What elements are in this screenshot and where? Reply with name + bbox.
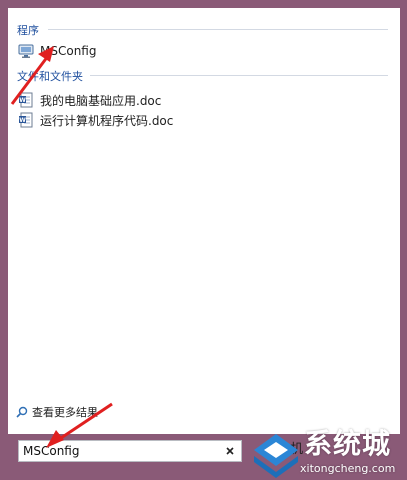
result-item-msconfig[interactable]: MSConfig [18, 41, 96, 61]
word-doc-icon: W [19, 92, 33, 108]
windows-logo-icon [254, 434, 298, 478]
result-item-label: 我的电脑基础应用.doc [40, 93, 162, 108]
svg-text:W: W [19, 117, 26, 124]
result-item-doc-2[interactable]: W 运行计算机程序代码.doc [18, 110, 173, 130]
result-item-label: 运行计算机程序代码.doc [40, 113, 174, 128]
word-doc-icon: W [19, 112, 33, 128]
result-item-label: MSConfig [40, 44, 97, 58]
svg-text:W: W [19, 97, 26, 104]
search-box[interactable] [18, 440, 242, 462]
close-icon[interactable] [221, 442, 239, 460]
watermark-logo: 系统城 xitongcheng.com [248, 428, 407, 480]
group-header-programs: 程序 [17, 24, 39, 37]
search-input[interactable] [19, 442, 221, 460]
group-header-files: 文件和文件夹 [17, 70, 83, 83]
watermark-url: xitongcheng.com [300, 462, 396, 475]
result-item-doc-1[interactable]: W 我的电脑基础应用.doc [18, 90, 161, 110]
group-divider [48, 29, 388, 30]
group-divider [90, 75, 388, 76]
watermark-brand: 系统城 [304, 427, 392, 460]
see-more-results-link[interactable]: 查看更多结果 [16, 404, 98, 420]
start-menu-results-panel: 程序 MSConfig 文件和文件夹 W 我的电脑基础应用.doc W 运行计算… [8, 8, 400, 434]
search-icon [16, 406, 28, 418]
see-more-label: 查看更多结果 [32, 406, 98, 419]
monitor-icon [18, 44, 34, 58]
